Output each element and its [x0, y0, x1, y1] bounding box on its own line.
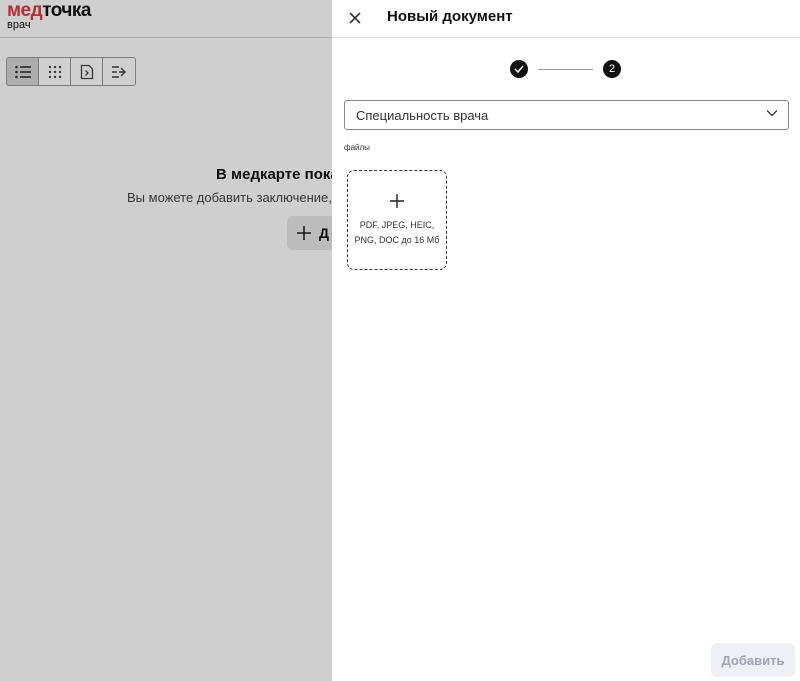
- step-connector: [538, 68, 593, 70]
- specialty-select-placeholder: Специальность врача: [356, 107, 489, 123]
- step-1-done: [510, 60, 528, 78]
- file-upload-dropzone[interactable]: PDF, JPEG, HEIC, PNG, DOC до 16 Мб: [347, 170, 447, 270]
- drawer-title: Новый документ: [387, 8, 513, 25]
- check-icon: [514, 65, 524, 73]
- submit-button[interactable]: Добавить: [711, 643, 795, 677]
- close-button[interactable]: [344, 7, 366, 29]
- specialty-select[interactable]: Специальность врача: [344, 100, 789, 130]
- step-2-current: 2: [603, 60, 621, 78]
- stepper: 2: [510, 60, 621, 78]
- upload-hint: PDF, JPEG, HEIC, PNG, DOC до 16 Мб: [354, 220, 440, 245]
- new-document-drawer: Новый документ 2 Специальность врача фай…: [332, 0, 800, 681]
- chevron-down-icon: [766, 110, 778, 117]
- files-label: файлы: [344, 143, 370, 152]
- close-icon: [349, 12, 361, 24]
- plus-icon: [390, 194, 404, 208]
- drawer-header: Новый документ: [332, 0, 800, 38]
